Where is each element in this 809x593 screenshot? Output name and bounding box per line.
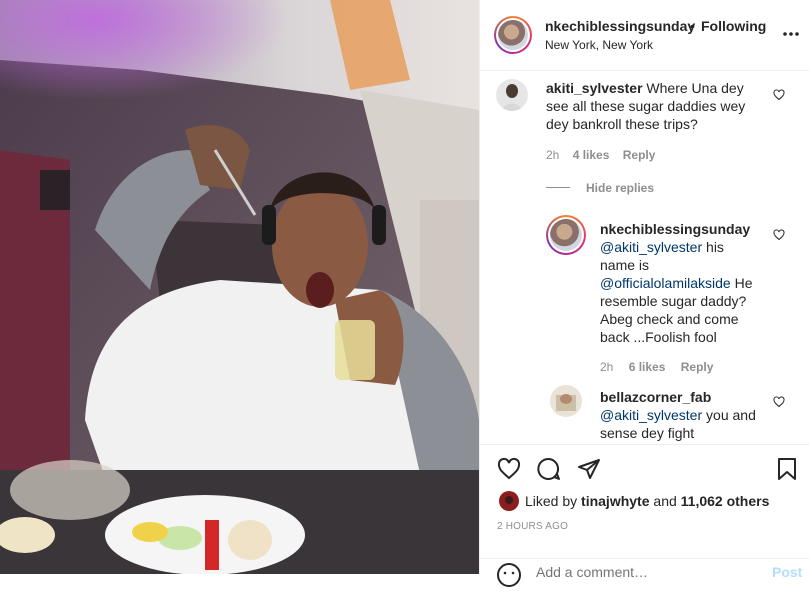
post-photo[interactable] bbox=[0, 0, 479, 574]
hide-replies-button[interactable]: Hide replies bbox=[586, 181, 654, 195]
liker-username[interactable]: tinajwhyte bbox=[581, 493, 649, 509]
reply-text: nkechiblessingsunday @akiti_sylvester hi… bbox=[600, 220, 760, 346]
reply-like-icon[interactable] bbox=[773, 395, 785, 408]
reply-time: 2h bbox=[600, 360, 614, 374]
comment-reply-button[interactable]: Reply bbox=[623, 148, 656, 162]
comment-meta: 2h 4 likes Reply bbox=[546, 148, 655, 162]
comment-input[interactable] bbox=[536, 562, 756, 582]
heart-icon[interactable] bbox=[496, 457, 522, 481]
post-header: nkechiblessingsunday • Following New Yor… bbox=[480, 0, 809, 71]
hide-replies-line bbox=[546, 187, 570, 188]
reply-mention[interactable]: @akiti_sylvester bbox=[600, 407, 702, 423]
comment-icon[interactable] bbox=[536, 457, 562, 481]
comment-like-icon[interactable] bbox=[773, 88, 785, 101]
reply-mention[interactable]: @akiti_sylvester bbox=[600, 239, 702, 255]
post-actions: Liked by tinajwhyte and 11,062 others 2 … bbox=[480, 444, 809, 574]
post-timestamp: 2 HOURS AGO bbox=[497, 521, 569, 532]
header-separator: • bbox=[690, 18, 695, 34]
comment-time: 2h bbox=[546, 148, 560, 162]
reply-username[interactable]: bellazcorner_fab bbox=[600, 389, 711, 405]
comment-username[interactable]: akiti_sylvester bbox=[546, 80, 643, 96]
reply-avatar[interactable] bbox=[550, 385, 582, 417]
post-button[interactable]: Post bbox=[772, 564, 802, 580]
reply-reply-button[interactable]: Reply bbox=[681, 360, 714, 374]
comment-likes[interactable]: 4 likes bbox=[573, 148, 610, 162]
reply-mention-2[interactable]: @officialolamilakside bbox=[600, 275, 731, 291]
post-photo-illustration bbox=[0, 0, 479, 574]
likes-count[interactable]: 11,062 others bbox=[681, 493, 770, 509]
author-avatar[interactable] bbox=[494, 16, 532, 54]
reply-meta: 2h 6 likes Reply bbox=[600, 360, 713, 374]
likes-prefix: Liked by bbox=[525, 493, 578, 509]
post-sidebar: nkechiblessingsunday • Following New Yor… bbox=[479, 0, 809, 587]
commenter-avatar[interactable] bbox=[496, 79, 528, 111]
reply-username[interactable]: nkechiblessingsunday bbox=[600, 221, 750, 237]
likes-summary: Liked by tinajwhyte and 11,062 others bbox=[525, 493, 769, 509]
bookmark-icon[interactable] bbox=[776, 457, 798, 481]
location-link[interactable]: New York, New York bbox=[545, 38, 653, 52]
reply-likes[interactable]: 6 likes bbox=[629, 360, 666, 374]
liker-avatar[interactable] bbox=[499, 491, 519, 511]
share-icon[interactable] bbox=[576, 457, 602, 481]
comment-text: akiti_sylvester Where Una dey see all th… bbox=[546, 79, 766, 133]
reply-like-icon[interactable] bbox=[773, 228, 785, 241]
following-button[interactable]: Following bbox=[701, 18, 766, 34]
more-options-icon[interactable] bbox=[782, 24, 800, 40]
reply-avatar[interactable] bbox=[546, 215, 586, 255]
reply-text: bellazcorner_fab @akiti_sylvester you an… bbox=[600, 388, 770, 442]
emoji-icon[interactable] bbox=[496, 562, 522, 588]
comment-box-divider bbox=[480, 558, 809, 559]
author-username[interactable]: nkechiblessingsunday bbox=[545, 18, 695, 34]
likes-middle: and bbox=[653, 493, 677, 509]
